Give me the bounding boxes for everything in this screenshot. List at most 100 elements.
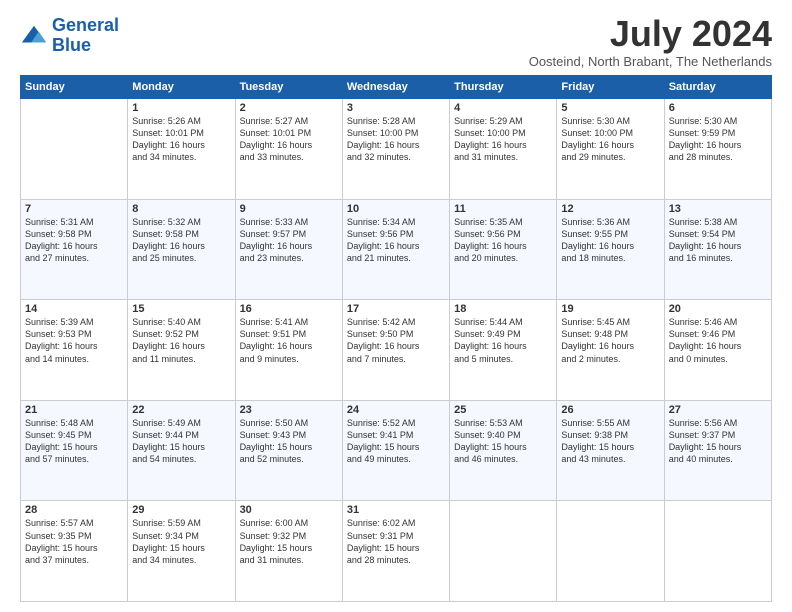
day-info: Sunrise: 5:34 AM Sunset: 9:56 PM Dayligh… [347,216,445,265]
calendar-cell: 19Sunrise: 5:45 AM Sunset: 9:48 PM Dayli… [557,300,664,401]
day-info: Sunrise: 5:27 AM Sunset: 10:01 PM Daylig… [240,115,338,164]
day-info: Sunrise: 5:50 AM Sunset: 9:43 PM Dayligh… [240,417,338,466]
calendar-cell: 21Sunrise: 5:48 AM Sunset: 9:45 PM Dayli… [21,400,128,501]
calendar-cell: 12Sunrise: 5:36 AM Sunset: 9:55 PM Dayli… [557,199,664,300]
calendar-cell: 7Sunrise: 5:31 AM Sunset: 9:58 PM Daylig… [21,199,128,300]
logo: General Blue [20,16,119,56]
calendar-cell: 18Sunrise: 5:44 AM Sunset: 9:49 PM Dayli… [450,300,557,401]
day-number: 20 [669,303,767,315]
calendar-cell: 4Sunrise: 5:29 AM Sunset: 10:00 PM Dayli… [450,99,557,200]
weekday-header-friday: Friday [557,76,664,99]
day-number: 27 [669,404,767,416]
logo-text: General Blue [52,16,119,56]
calendar-cell: 20Sunrise: 5:46 AM Sunset: 9:46 PM Dayli… [664,300,771,401]
day-number: 9 [240,203,338,215]
day-number: 24 [347,404,445,416]
day-number: 26 [561,404,659,416]
day-info: Sunrise: 5:56 AM Sunset: 9:37 PM Dayligh… [669,417,767,466]
calendar-cell: 26Sunrise: 5:55 AM Sunset: 9:38 PM Dayli… [557,400,664,501]
weekday-header-saturday: Saturday [664,76,771,99]
calendar-cell: 30Sunrise: 6:00 AM Sunset: 9:32 PM Dayli… [235,501,342,602]
day-info: Sunrise: 5:36 AM Sunset: 9:55 PM Dayligh… [561,216,659,265]
calendar-cell [450,501,557,602]
month-title: July 2024 [529,16,772,52]
calendar-cell: 22Sunrise: 5:49 AM Sunset: 9:44 PM Dayli… [128,400,235,501]
calendar-cell: 14Sunrise: 5:39 AM Sunset: 9:53 PM Dayli… [21,300,128,401]
day-number: 11 [454,203,552,215]
day-info: Sunrise: 5:29 AM Sunset: 10:00 PM Daylig… [454,115,552,164]
calendar-cell: 13Sunrise: 5:38 AM Sunset: 9:54 PM Dayli… [664,199,771,300]
day-number: 30 [240,504,338,516]
logo-line2: Blue [52,35,91,55]
day-number: 7 [25,203,123,215]
calendar-cell: 1Sunrise: 5:26 AM Sunset: 10:01 PM Dayli… [128,99,235,200]
header: General Blue July 2024 Oosteind, North B… [20,16,772,69]
day-info: Sunrise: 5:33 AM Sunset: 9:57 PM Dayligh… [240,216,338,265]
day-number: 10 [347,203,445,215]
day-number: 8 [132,203,230,215]
title-block: July 2024 Oosteind, North Brabant, The N… [529,16,772,69]
logo-icon [20,22,48,50]
calendar-cell: 2Sunrise: 5:27 AM Sunset: 10:01 PM Dayli… [235,99,342,200]
day-info: Sunrise: 5:48 AM Sunset: 9:45 PM Dayligh… [25,417,123,466]
calendar-cell: 31Sunrise: 6:02 AM Sunset: 9:31 PM Dayli… [342,501,449,602]
calendar-cell [557,501,664,602]
calendar-cell: 15Sunrise: 5:40 AM Sunset: 9:52 PM Dayli… [128,300,235,401]
calendar-cell: 25Sunrise: 5:53 AM Sunset: 9:40 PM Dayli… [450,400,557,501]
day-number: 15 [132,303,230,315]
day-number: 2 [240,102,338,114]
calendar-cell: 27Sunrise: 5:56 AM Sunset: 9:37 PM Dayli… [664,400,771,501]
page: General Blue July 2024 Oosteind, North B… [0,0,792,612]
week-row-5: 28Sunrise: 5:57 AM Sunset: 9:35 PM Dayli… [21,501,772,602]
day-info: Sunrise: 5:35 AM Sunset: 9:56 PM Dayligh… [454,216,552,265]
calendar-cell: 17Sunrise: 5:42 AM Sunset: 9:50 PM Dayli… [342,300,449,401]
day-number: 21 [25,404,123,416]
day-number: 14 [25,303,123,315]
day-number: 5 [561,102,659,114]
day-number: 22 [132,404,230,416]
week-row-1: 1Sunrise: 5:26 AM Sunset: 10:01 PM Dayli… [21,99,772,200]
day-number: 25 [454,404,552,416]
day-number: 6 [669,102,767,114]
calendar-cell: 3Sunrise: 5:28 AM Sunset: 10:00 PM Dayli… [342,99,449,200]
calendar-cell [21,99,128,200]
day-info: Sunrise: 5:41 AM Sunset: 9:51 PM Dayligh… [240,316,338,365]
day-number: 28 [25,504,123,516]
day-info: Sunrise: 5:55 AM Sunset: 9:38 PM Dayligh… [561,417,659,466]
day-info: Sunrise: 5:30 AM Sunset: 9:59 PM Dayligh… [669,115,767,164]
day-info: Sunrise: 5:39 AM Sunset: 9:53 PM Dayligh… [25,316,123,365]
calendar-cell: 5Sunrise: 5:30 AM Sunset: 10:00 PM Dayli… [557,99,664,200]
day-number: 31 [347,504,445,516]
weekday-header-wednesday: Wednesday [342,76,449,99]
calendar-cell: 10Sunrise: 5:34 AM Sunset: 9:56 PM Dayli… [342,199,449,300]
day-info: Sunrise: 5:38 AM Sunset: 9:54 PM Dayligh… [669,216,767,265]
calendar-cell [664,501,771,602]
day-info: Sunrise: 5:53 AM Sunset: 9:40 PM Dayligh… [454,417,552,466]
day-number: 13 [669,203,767,215]
location: Oosteind, North Brabant, The Netherlands [529,54,772,69]
day-number: 23 [240,404,338,416]
calendar: SundayMondayTuesdayWednesdayThursdayFrid… [20,75,772,602]
day-info: Sunrise: 5:45 AM Sunset: 9:48 PM Dayligh… [561,316,659,365]
calendar-cell: 6Sunrise: 5:30 AM Sunset: 9:59 PM Daylig… [664,99,771,200]
weekday-header-sunday: Sunday [21,76,128,99]
logo-line1: General [52,15,119,35]
week-row-4: 21Sunrise: 5:48 AM Sunset: 9:45 PM Dayli… [21,400,772,501]
day-info: Sunrise: 5:44 AM Sunset: 9:49 PM Dayligh… [454,316,552,365]
day-number: 1 [132,102,230,114]
day-info: Sunrise: 5:31 AM Sunset: 9:58 PM Dayligh… [25,216,123,265]
weekday-header-thursday: Thursday [450,76,557,99]
calendar-cell: 8Sunrise: 5:32 AM Sunset: 9:58 PM Daylig… [128,199,235,300]
calendar-cell: 16Sunrise: 5:41 AM Sunset: 9:51 PM Dayli… [235,300,342,401]
week-row-3: 14Sunrise: 5:39 AM Sunset: 9:53 PM Dayli… [21,300,772,401]
day-info: Sunrise: 6:02 AM Sunset: 9:31 PM Dayligh… [347,517,445,566]
calendar-cell: 24Sunrise: 5:52 AM Sunset: 9:41 PM Dayli… [342,400,449,501]
day-info: Sunrise: 5:26 AM Sunset: 10:01 PM Daylig… [132,115,230,164]
calendar-cell: 9Sunrise: 5:33 AM Sunset: 9:57 PM Daylig… [235,199,342,300]
weekday-header-row: SundayMondayTuesdayWednesdayThursdayFrid… [21,76,772,99]
day-info: Sunrise: 5:57 AM Sunset: 9:35 PM Dayligh… [25,517,123,566]
calendar-cell: 11Sunrise: 5:35 AM Sunset: 9:56 PM Dayli… [450,199,557,300]
day-info: Sunrise: 6:00 AM Sunset: 9:32 PM Dayligh… [240,517,338,566]
day-info: Sunrise: 5:30 AM Sunset: 10:00 PM Daylig… [561,115,659,164]
calendar-cell: 29Sunrise: 5:59 AM Sunset: 9:34 PM Dayli… [128,501,235,602]
